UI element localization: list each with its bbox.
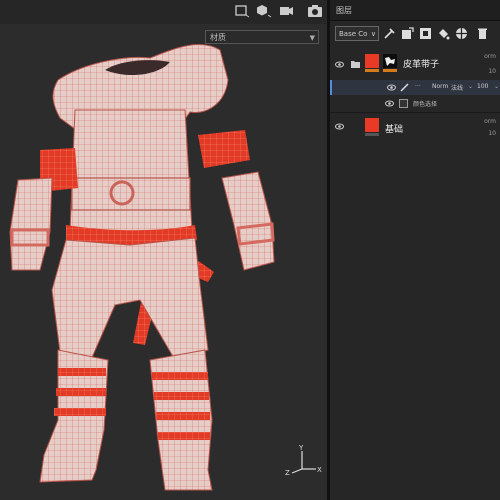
layer-mask-thumbnail[interactable] xyxy=(383,54,397,68)
visibility-eye-icon[interactable] xyxy=(335,122,344,131)
visibility-eye-icon[interactable] xyxy=(387,83,396,92)
visibility-eye-icon[interactable] xyxy=(385,99,394,108)
viewport[interactable]: 材质 ▼ Y X Z xyxy=(0,0,327,500)
layer-row-leather-strap[interactable]: 皮革带子 orm 10 xyxy=(330,50,500,80)
right-boot-strap xyxy=(156,412,210,420)
layer-name: 皮革带子 xyxy=(403,60,440,70)
add-effect-icon[interactable] xyxy=(455,27,468,40)
layer-row-base[interactable]: 基础 orm 10 xyxy=(330,116,500,144)
right-arm-band xyxy=(198,130,250,168)
layer-blend-mode[interactable]: orm xyxy=(484,118,496,125)
chevron-down-icon[interactable]: ⌄ xyxy=(494,83,499,90)
paint-brush-icon xyxy=(400,83,409,92)
axis-y-label: Y xyxy=(298,445,304,452)
layer-color-underline xyxy=(365,69,379,72)
right-boot-strap xyxy=(152,372,208,380)
mask-underline xyxy=(383,69,397,72)
panel-header: 图层 xyxy=(330,0,500,21)
sublayer-row-color-selection[interactable]: 颜色选择 xyxy=(330,96,500,110)
color-selection-checkbox[interactable] xyxy=(399,99,408,108)
layer-divider xyxy=(330,112,500,113)
layer-blend-mode[interactable]: orm xyxy=(484,53,496,60)
add-fill-layer-icon[interactable] xyxy=(419,27,432,40)
chevron-down-icon: ∨ xyxy=(370,30,376,38)
layers-toolbar: Base Co ∨ xyxy=(330,22,500,46)
layer-color-underline xyxy=(365,133,379,136)
sublayer-row-normal[interactable]: ··· Norm 法线 ⌄ 100 ⌄ xyxy=(330,80,500,95)
torso xyxy=(69,109,193,233)
left-boot-strap xyxy=(56,388,106,396)
layer-opacity[interactable]: 10 xyxy=(488,130,496,137)
layer-opacity[interactable]: 10 xyxy=(488,68,496,75)
sublayer-dots: ··· xyxy=(415,83,421,90)
layer-name: 基础 xyxy=(385,125,404,135)
panel-title: 图层 xyxy=(336,6,352,15)
sublayer-channel[interactable]: 法线 xyxy=(451,83,463,92)
axis-z-label: Z xyxy=(285,469,290,477)
add-layer-icon[interactable] xyxy=(401,27,414,40)
layer-color-swatch xyxy=(365,118,379,132)
layer-color-swatch xyxy=(365,54,379,68)
sublayer-name: 颜色选择 xyxy=(413,101,438,108)
axis-gizmo: Y X Z xyxy=(285,445,322,477)
armor-model[interactable] xyxy=(0,0,327,500)
left-boot-strap xyxy=(58,368,106,376)
belt-plate xyxy=(71,177,191,211)
right-boot-strap xyxy=(154,392,209,400)
paint-tool-icon[interactable] xyxy=(383,27,396,40)
right-bracer xyxy=(221,171,275,271)
layers-panel: 图层 Base Co ∨ 皮革带子 orm 10 ··· Norm 法线 ⌄ 10… xyxy=(330,0,500,500)
channel-select-value: Base Co xyxy=(339,30,368,38)
visibility-eye-icon[interactable] xyxy=(335,60,344,69)
trousers xyxy=(51,237,209,363)
fill-bucket-icon[interactable] xyxy=(437,27,450,40)
chevron-down-icon[interactable]: ⌄ xyxy=(468,83,473,90)
left-boot-strap xyxy=(54,408,106,416)
delete-layer-icon[interactable] xyxy=(476,27,489,40)
folder-icon[interactable] xyxy=(350,59,361,69)
channel-select[interactable]: Base Co ∨ xyxy=(335,26,379,41)
sublayer-opacity[interactable]: 100 xyxy=(477,83,488,90)
left-bracer xyxy=(9,177,53,271)
right-boot-strap xyxy=(158,432,210,440)
sublayer-blend-mode[interactable]: Norm xyxy=(432,83,448,90)
axis-x-label: X xyxy=(317,466,322,474)
